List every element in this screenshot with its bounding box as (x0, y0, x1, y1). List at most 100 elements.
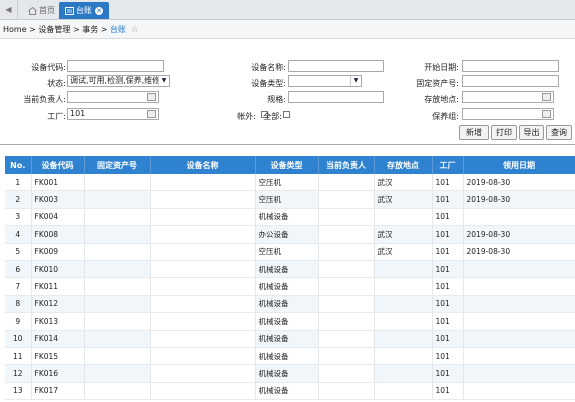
cell-device-name (150, 225, 256, 244)
cell-factory: 101 (432, 295, 464, 314)
cell-device-code: FK014 (31, 330, 85, 348)
close-icon[interactable]: ✕ (95, 7, 103, 15)
cell-receive-date (463, 364, 575, 383)
cell-device-type: 机械设备 (255, 312, 319, 331)
cell-device-type: 机械设备 (255, 260, 319, 279)
table-row[interactable]: 9 FK013 机械设备 101 (5, 312, 575, 331)
cell-storage-location (374, 208, 433, 227)
col-header-device-type[interactable]: 设备类型 (255, 156, 319, 174)
cell-storage-location (374, 330, 433, 348)
cell-device-code: FK017 (31, 382, 85, 401)
table-row[interactable]: 3 FK004 机械设备 101 (5, 208, 575, 227)
breadcrumb-home[interactable]: Home (3, 25, 27, 34)
breadcrumb-sep: > (29, 25, 36, 34)
picker-icon[interactable] (147, 93, 156, 101)
chevron-down-icon[interactable]: ▼ (350, 76, 361, 86)
table-header-row: No. 设备代码 固定资产号 设备名称 设备类型 当前负责人 存放地点 工厂 领… (5, 156, 575, 174)
table-row[interactable]: 5 FK009 空压机 武汉 101 2019-08-30 (5, 243, 575, 261)
cell-factory: 101 (432, 260, 464, 279)
cell-current-owner (318, 364, 375, 383)
cell-device-name (150, 382, 256, 401)
col-header-storage-location[interactable]: 存放地点 (374, 156, 433, 174)
table-row[interactable]: 12 FK016 机械设备 101 (5, 364, 575, 383)
print-button[interactable]: 打印 (491, 125, 517, 140)
cell-device-name (150, 330, 256, 348)
cell-storage-location (374, 382, 433, 401)
cell-device-type: 机械设备 (255, 347, 319, 366)
table-row[interactable]: 2 FK003 空压机 武汉 101 2019-08-30 (5, 190, 575, 209)
col-header-no[interactable]: No. (5, 156, 32, 174)
cell-device-type: 机械设备 (255, 295, 319, 314)
picker-icon[interactable] (542, 110, 551, 118)
tab-ledger[interactable]: 台账 ✕ (59, 2, 109, 19)
device-code-input[interactable] (67, 60, 164, 72)
col-header-factory[interactable]: 工厂 (432, 156, 464, 174)
picker-icon[interactable] (147, 110, 156, 118)
cell-fixed-asset (84, 312, 151, 331)
cell-device-code: FK009 (31, 243, 85, 261)
cell-storage-location: 武汉 (374, 243, 433, 261)
table-row[interactable]: 10 FK014 机械设备 101 (5, 330, 575, 348)
device-type-select[interactable]: ▼ (288, 75, 362, 87)
cell-fixed-asset (84, 330, 151, 348)
col-header-receive-date[interactable]: 领用日期 (463, 156, 575, 174)
tab-home[interactable]: 首页 (22, 2, 61, 19)
cell-receive-date (463, 347, 575, 366)
breadcrumb-current: 台账 (110, 25, 127, 34)
cell-device-name (150, 174, 256, 192)
all-checkbox[interactable] (283, 111, 290, 118)
breadcrumb-affairs[interactable]: 事务 (82, 25, 98, 34)
table-row[interactable]: 13 FK017 机械设备 101 (5, 382, 575, 401)
chevron-down-icon[interactable]: ▼ (158, 76, 169, 86)
col-header-device-name[interactable]: 设备名称 (150, 156, 256, 174)
query-button[interactable]: 查询 (546, 125, 572, 140)
status-select[interactable]: 调试,可用,检测,保养,维修,报 ▼ (67, 75, 170, 87)
fixed-asset-input[interactable] (462, 75, 559, 87)
table-row[interactable]: 6 FK010 机械设备 101 (5, 260, 575, 279)
maintenance-group-input[interactable] (462, 108, 554, 120)
table-row[interactable]: 7 FK011 机械设备 101 (5, 277, 575, 296)
picker-icon[interactable] (542, 93, 551, 101)
table-row[interactable]: 11 FK015 机械设备 101 (5, 347, 575, 366)
export-button[interactable]: 导出 (519, 125, 544, 140)
cell-no: 12 (5, 364, 32, 383)
breadcrumb-device-mgmt[interactable]: 设备管理 (38, 25, 70, 34)
tab-bar: ◀ 首页 台账 ✕ (0, 0, 575, 20)
cell-no: 4 (5, 225, 32, 244)
scroll-left-icon[interactable]: ◀ (0, 0, 18, 19)
cell-receive-date (463, 277, 575, 296)
cell-device-code: FK015 (31, 347, 85, 366)
factory-input[interactable]: 101 (67, 108, 159, 120)
add-button[interactable]: 新增 (459, 125, 489, 140)
cell-factory: 101 (432, 382, 464, 401)
table-row[interactable]: 1 FK001 空压机 武汉 101 2019-08-30 (5, 174, 575, 192)
device-type-label: 设备类型: (251, 79, 286, 88)
cell-device-code: FK008 (31, 225, 85, 244)
cell-receive-date: 2019-08-30 (463, 225, 575, 244)
table-row[interactable]: 8 FK012 机械设备 101 (5, 295, 575, 314)
table-row[interactable]: 4 FK008 办公设备 武汉 101 2019-08-30 (5, 225, 575, 244)
device-name-input[interactable] (288, 60, 384, 72)
cell-storage-location (374, 260, 433, 279)
breadcrumb-sep: > (100, 25, 108, 34)
breadcrumb-sep: > (72, 25, 80, 34)
cell-storage-location (374, 347, 433, 366)
col-header-fixed-asset[interactable]: 固定资产号 (84, 156, 151, 174)
storage-location-input[interactable] (462, 91, 554, 103)
cell-device-code: FK011 (31, 277, 85, 296)
current-owner-input[interactable] (67, 91, 159, 103)
spec-input[interactable] (288, 91, 384, 103)
cell-device-name (150, 277, 256, 296)
start-date-input[interactable] (462, 60, 559, 72)
col-header-device-code[interactable]: 设备代码 (31, 156, 85, 174)
cell-device-type: 机械设备 (255, 330, 319, 348)
cell-device-type: 机械设备 (255, 382, 319, 401)
cell-fixed-asset (84, 260, 151, 279)
col-header-current-owner[interactable]: 当前负责人 (318, 156, 375, 174)
cell-device-type: 空压机 (255, 243, 319, 261)
home-icon (28, 6, 37, 15)
cell-current-owner (318, 347, 375, 366)
favorite-star-icon[interactable]: ☆ (131, 25, 139, 35)
cell-no: 6 (5, 260, 32, 279)
cell-device-type: 空压机 (255, 190, 319, 209)
